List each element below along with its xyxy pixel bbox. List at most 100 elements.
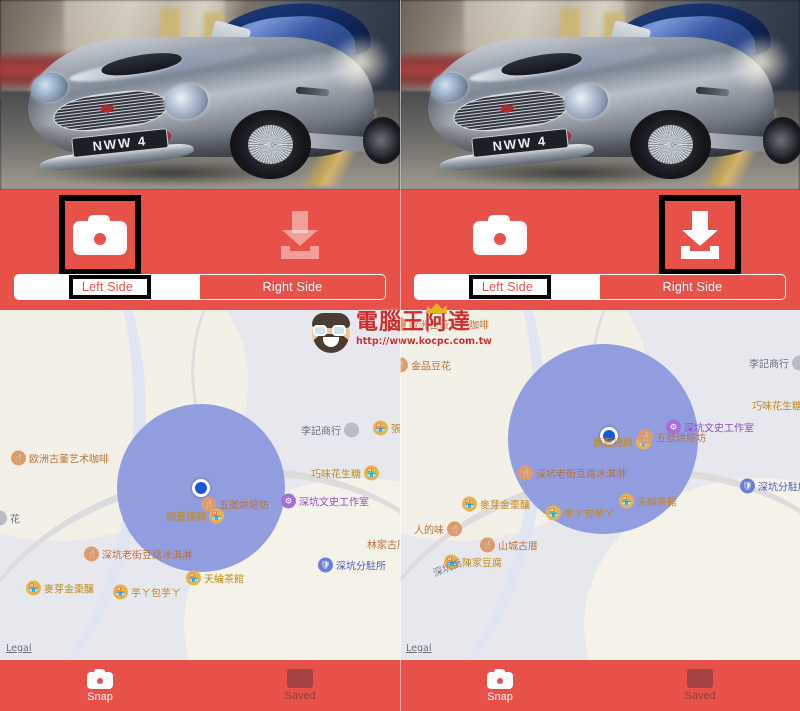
map-poi-label: 花: [10, 514, 20, 526]
map-pin-icon: 🍴: [480, 537, 495, 553]
license-plate-text: NWW 4: [91, 132, 148, 154]
map-poi-label: 深坑分駐所: [336, 561, 386, 573]
map-poi-label: 巧味花生糖: [752, 401, 800, 413]
map-poi[interactable]: 🍴欧洲古董艺术咖啡: [11, 450, 109, 466]
map-pin-icon: 🍴: [201, 496, 216, 512]
map-pin-icon: [344, 422, 359, 438]
toolbar-icons-right: [400, 195, 800, 275]
map-pin-icon: 🏪: [186, 570, 201, 586]
map-left[interactable]: 🍴欧洲古董艺术咖啡花李記商行🏪張大🏪巧味花生糖⚙深坑文史工作室🏪顏藝德興🍴五號烘…: [0, 310, 400, 660]
segment-left-side[interactable]: Left Side: [415, 275, 600, 299]
side-selector-wrap-left: Left Side Right Side: [0, 274, 400, 300]
map-poi[interactable]: 🍴欧洲古董艺术咖啡: [400, 316, 489, 332]
map-poi-label: 張大: [391, 424, 400, 436]
camera-button-slot: [400, 196, 600, 274]
map-poi[interactable]: 🏪 芋ㄚ包芋ㄚ: [113, 584, 181, 600]
map-poi-label: 陳家豆腐: [462, 558, 502, 570]
tabbar-right: Snap Saved: [400, 660, 800, 711]
photos-icon: [287, 669, 313, 688]
map-pin-icon: 🍴: [518, 465, 533, 481]
photo-preview-right[interactable]: NWW 4: [400, 0, 800, 190]
map-poi[interactable]: 🍴 深坑老街豆腐冰淇淋: [84, 546, 192, 562]
tab-saved-label: Saved: [684, 690, 716, 702]
map-poi[interactable]: 🏪 天綸茶館: [186, 570, 244, 586]
save-button[interactable]: [269, 204, 331, 266]
map-poi[interactable]: 🏪張大: [373, 420, 400, 436]
car-front-wheel: [630, 109, 712, 179]
map-poi[interactable]: 李記商行: [749, 355, 800, 371]
tab-snap[interactable]: Snap: [0, 660, 200, 711]
map-pin-icon: 🍴: [400, 357, 408, 373]
save-button[interactable]: [669, 204, 731, 266]
tab-saved-label: Saved: [284, 690, 316, 702]
photo-preview-left[interactable]: NWW 4: [0, 0, 400, 190]
tab-saved[interactable]: Saved: [200, 660, 400, 711]
tab-snap[interactable]: Snap: [400, 660, 600, 711]
map-poi-label: 天綸茶館: [637, 497, 677, 509]
map-pin-icon: ⚙: [281, 493, 296, 509]
map-poi[interactable]: 🏪巧味花生糖: [752, 398, 800, 413]
camera-icon: [487, 668, 513, 689]
map-poi-label: 顏藝德興: [166, 512, 206, 524]
map-poi[interactable]: 🍴 人的味: [414, 521, 462, 537]
map-poi[interactable]: 🍴 五號烘培坊: [638, 429, 706, 445]
segment-right-side[interactable]: Right Side: [200, 275, 385, 299]
panel-right: NWW 4 Left Side Right Side 欧洲古董艺术咖啡 🍴 金品…: [400, 0, 800, 711]
map-poi[interactable]: 🍴 山城古厝: [480, 537, 538, 553]
map-legal-link[interactable]: Legal: [6, 643, 31, 654]
tab-saved[interactable]: Saved: [600, 660, 800, 711]
camera-button[interactable]: [469, 204, 531, 266]
map-poi[interactable]: ⚙ 深坑文史工作室: [281, 493, 369, 509]
map-poi-label: 李記商行: [301, 426, 341, 438]
map-poi[interactable]: 🍴 金品豆花: [400, 357, 451, 373]
save-button-slot: [200, 196, 400, 274]
map-poi[interactable]: 🏪 麥芽金棗釀: [462, 496, 530, 512]
map-poi-label: 深坑老街豆腐冰淇淋: [536, 469, 626, 481]
map-poi[interactable]: 🏪 芋ㄚ包芋ㄚ: [546, 505, 614, 521]
photo-light-flare: [728, 34, 792, 92]
side-segmented-control-left[interactable]: Left Side Right Side: [14, 274, 386, 300]
car-rear-wheel: [762, 116, 800, 165]
segment-left-side[interactable]: Left Side: [15, 275, 200, 299]
map-poi-label: 天綸茶館: [204, 574, 244, 586]
map-poi[interactable]: 🏪巧味花生糖: [311, 465, 379, 481]
map-poi[interactable]: 🛡深坑分駐所: [318, 557, 386, 573]
toolbar-icons-left: [0, 195, 400, 275]
map-pin-icon: 🏪: [26, 580, 41, 596]
side-segmented-control-right[interactable]: Left Side Right Side: [414, 274, 786, 300]
map-pin-icon: 🍴: [638, 429, 653, 445]
tab-snap-label: Snap: [487, 690, 513, 703]
panel-left: NWW 4 Left Side Right Side 🍴 欧洲古董艺术咖啡 花 …: [0, 0, 400, 711]
app-screenshot: NWW 4 Left Side Right Side 🍴 欧洲古董艺术咖啡 花 …: [0, 0, 800, 711]
camera-icon: [73, 215, 127, 255]
map-pin-icon: 🏪: [546, 505, 561, 521]
map-poi[interactable]: 李記商行: [301, 422, 359, 438]
map-poi[interactable]: 花: [0, 510, 20, 526]
map-poi-label: 五號烘培坊: [656, 433, 706, 445]
map-legal-link[interactable]: Legal: [406, 643, 431, 654]
segment-right-side[interactable]: Right Side: [600, 275, 785, 299]
map-poi[interactable]: 🍴 深坑老街豆腐冰淇淋: [518, 465, 626, 481]
map-poi[interactable]: 🏪 天綸茶館: [619, 493, 677, 509]
map-pin-icon: 🏪: [373, 420, 388, 436]
map-pin-icon: [0, 510, 7, 526]
map-poi[interactable]: 🛡深坑分駐所: [740, 478, 800, 494]
side-selector-wrap-right: Left Side Right Side: [400, 274, 800, 300]
map-poi-label: 欧洲古董艺术咖啡: [29, 454, 109, 466]
map-poi-label: 山城古厝: [498, 541, 538, 553]
map-pin-icon: 🍴: [11, 450, 26, 466]
map-pin-icon: 🛡: [318, 557, 333, 573]
map-poi-label: 欧洲古董艺术咖啡: [409, 320, 489, 332]
map-poi-label: 芋ㄚ包芋ㄚ: [564, 509, 614, 521]
map-poi-label: 五號烘培坊: [219, 500, 269, 512]
map-poi[interactable]: 🍴 五號烘培坊: [201, 496, 269, 512]
map-pin-icon: 🛡: [740, 478, 755, 494]
map-poi-label: 人的味: [414, 525, 444, 537]
map-poi-label: 金品豆花: [411, 361, 451, 373]
map-pin-icon: 🏪: [364, 465, 379, 481]
map-right[interactable]: 🍴欧洲古董艺术咖啡🍴金品豆花李記商行🏪巧味花生糖⚙深坑文史工作室🏪顏藝德興🍴五號…: [400, 310, 800, 660]
map-pin-icon: 🍴: [447, 521, 462, 537]
map-poi[interactable]: 🍴林家古厝: [367, 537, 400, 552]
map-poi[interactable]: 🏪 麥芽金棗釀: [26, 580, 94, 596]
camera-button[interactable]: [69, 204, 131, 266]
